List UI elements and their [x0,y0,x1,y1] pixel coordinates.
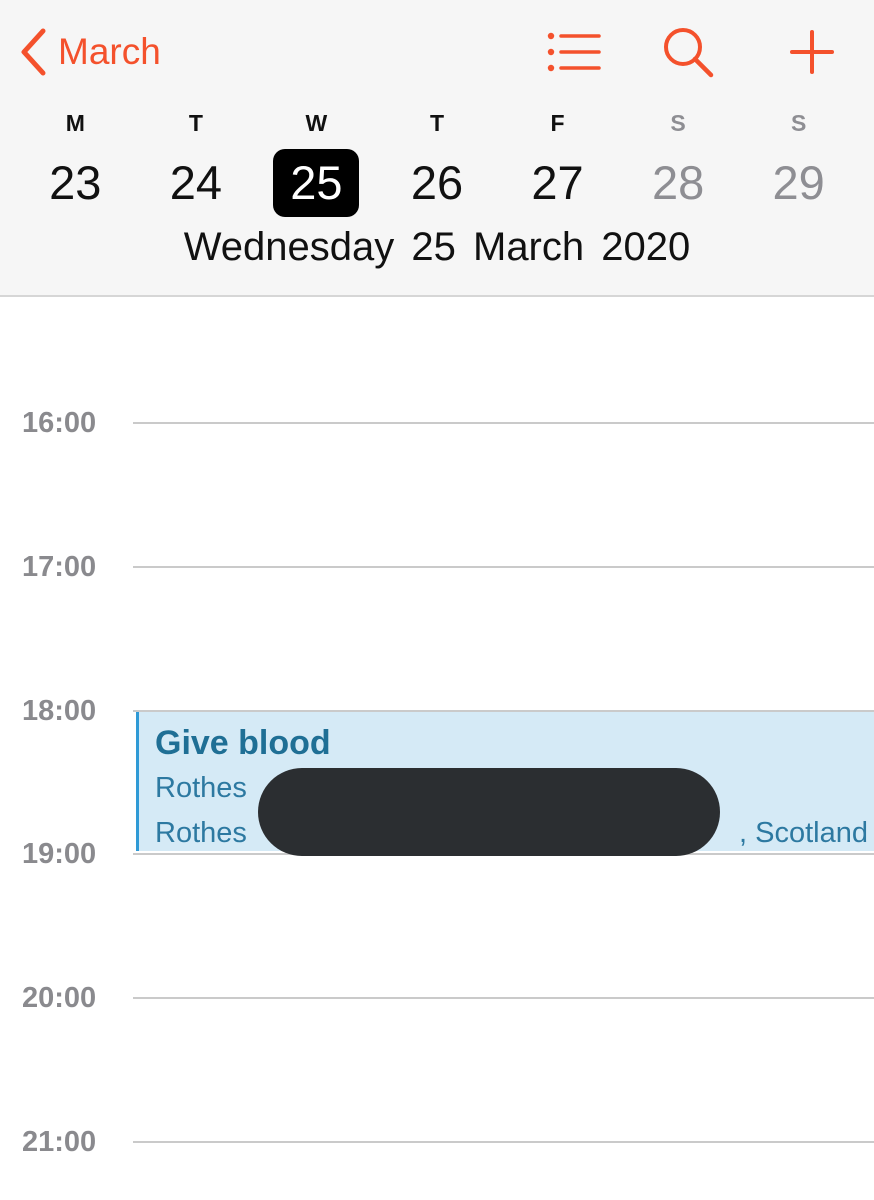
day-saturday[interactable]: S 28 [618,105,739,217]
chevron-left-icon [18,27,48,77]
hour-label: 20:00 [22,982,97,1014]
hour-divider [133,566,874,568]
back-label: March [58,31,161,72]
day-number: 29 [772,156,825,209]
day-tuesday[interactable]: T 24 [136,105,257,217]
day-number: 23 [49,156,102,209]
list-view-button[interactable] [545,26,601,78]
search-button[interactable] [660,26,716,78]
day-letter: S [790,110,807,136]
calendar-header: March M 23 T 24 W 25 T 26 F 27 S 28 S 29… [0,0,874,297]
event-location-line1: Rothes [155,772,247,804]
day-letter: S [670,110,686,136]
selected-date-caption: Wednesday 25 March 2020 [183,225,691,269]
hour-label: 18:00 [22,695,97,727]
day-friday[interactable]: F 27 [497,105,618,217]
hour-row-17: 17:00 [0,547,874,587]
day-sunday[interactable]: S 29 [738,105,859,217]
hour-row-21: 21:00 [0,1122,874,1162]
hour-divider [133,422,874,424]
day-letter: W [305,110,328,136]
day-timeline[interactable]: 16:00 17:00 18:00 19:00 20:00 21:00 Give… [0,297,874,1200]
hour-row-16: 16:00 [0,403,874,443]
redaction-mark [258,768,720,856]
hour-label: 21:00 [22,1126,97,1158]
hour-divider [133,997,874,999]
plus-icon [786,26,842,78]
event-location-line2: Rothes [155,817,247,849]
day-number: 28 [651,156,705,209]
event-location-line2-end: , Scotland [739,817,868,849]
day-number: 27 [531,156,584,209]
selected-day-number: 25 [273,149,360,217]
hour-label: 16:00 [22,407,97,439]
day-letter: F [550,110,565,136]
search-icon [660,26,716,78]
day-wednesday[interactable]: W 25 [256,105,377,217]
day-letter: T [188,110,203,136]
day-thursday[interactable]: T 26 [377,105,498,217]
hour-divider [133,1141,874,1143]
hour-label: 17:00 [22,551,97,583]
day-monday[interactable]: M 23 [15,105,136,217]
day-number: 24 [169,156,222,209]
day-letter: M [65,110,85,136]
day-letter: T [429,110,444,136]
event-title: Give blood [155,724,331,762]
list-icon [545,26,601,78]
hour-label: 19:00 [22,838,97,870]
hour-row-20: 20:00 [0,978,874,1018]
day-number: 26 [410,156,464,209]
add-event-button[interactable] [786,26,842,78]
back-to-month-button[interactable]: March [18,24,161,80]
week-strip: M 23 T 24 W 25 T 26 F 27 S 28 S 29 [15,105,859,217]
